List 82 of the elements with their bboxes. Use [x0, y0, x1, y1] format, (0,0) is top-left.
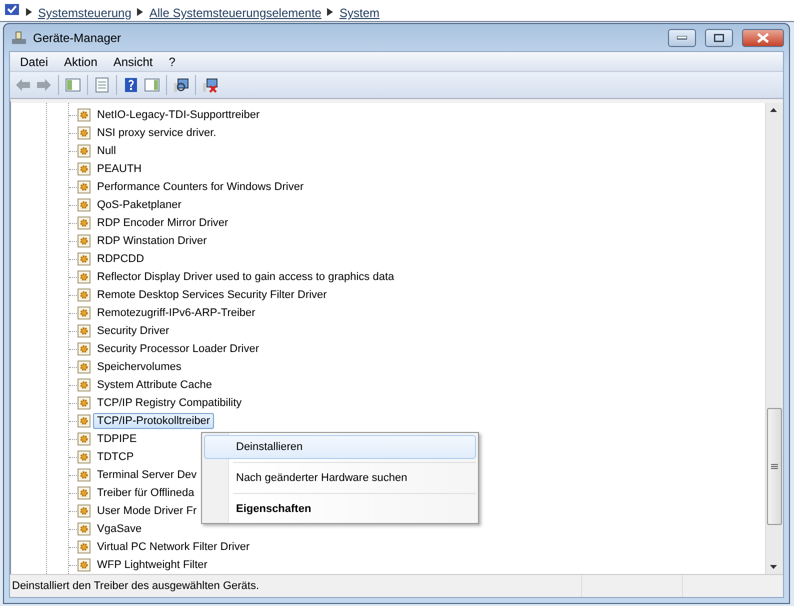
status-text: Deinstalliert den Treiber des ausgewählten Geräts.: [11, 579, 260, 594]
close-icon: [757, 32, 769, 42]
tree-item[interactable]: Remotezugriff-IPv6-ARP-Treiber: [93, 305, 260, 321]
tree-item[interactable]: RDPCDD: [93, 251, 148, 267]
tree-item[interactable]: WFP Lightweight Filter: [93, 557, 212, 573]
device-icon: [77, 306, 91, 320]
remove-device-icon[interactable]: [201, 76, 219, 94]
device-icon: [77, 288, 91, 302]
tree-item[interactable]: NetIO-Legacy-TDI-Supporttreiber: [93, 107, 264, 123]
close-button[interactable]: [742, 28, 784, 46]
tree-item[interactable]: Terminal Server Dev: [93, 467, 201, 483]
device-icon: [77, 360, 91, 374]
device-icon: [77, 396, 91, 410]
device-icon: [77, 180, 91, 194]
device-icon: [77, 216, 91, 230]
scrollbar[interactable]: [765, 103, 783, 574]
tree-item[interactable]: PEAUTH: [93, 161, 146, 177]
tree-item[interactable]: TCP/IP-Protokolltreiber: [93, 413, 214, 429]
breadcrumb-link[interactable]: System: [339, 6, 380, 20]
device-icon: [77, 378, 91, 392]
device-icon: [77, 144, 91, 158]
tree-item[interactable]: QoS-Paketplaner: [93, 197, 186, 213]
breadcrumb-link[interactable]: Systemsteuerung: [38, 6, 132, 20]
minimize-icon: [677, 36, 687, 40]
menu-item[interactable]: ?: [160, 54, 184, 68]
tree-item[interactable]: Null: [93, 143, 120, 159]
device-icon: [77, 432, 91, 446]
scan-monitor-icon[interactable]: [172, 76, 190, 94]
device-manager-icon: [11, 30, 27, 46]
scroll-thumb[interactable]: [767, 408, 782, 525]
tree-item[interactable]: Virtual PC Network Filter Driver: [93, 539, 254, 555]
device-icon: [77, 486, 91, 500]
device-icon: [77, 126, 91, 140]
help-icon[interactable]: [122, 76, 140, 94]
tree-item[interactable]: RDP Encoder Mirror Driver: [93, 215, 232, 231]
tree-item[interactable]: Security Driver: [93, 323, 174, 339]
minimize-button[interactable]: [668, 28, 696, 46]
grip-icon: [771, 464, 778, 470]
device-icon: [77, 540, 91, 554]
tree-item[interactable]: TDPIPE: [93, 431, 141, 447]
breadcrumb-arrow-icon: [26, 8, 32, 16]
device-icon: [77, 342, 91, 356]
breadcrumb-arrow-icon: [327, 8, 334, 16]
maximize-icon: [714, 34, 724, 42]
device-icon: [77, 414, 91, 428]
tree-item[interactable]: Performance Counters for Windows Driver: [93, 179, 308, 195]
context-menu-item[interactable]: Deinstallieren: [204, 435, 476, 459]
device-icon: [77, 270, 91, 284]
device-icon: [77, 162, 91, 176]
tree-item[interactable]: Treiber für Offlineda: [93, 485, 198, 501]
context-menu-item[interactable]: Eigenschaften: [204, 497, 476, 521]
tree-item[interactable]: Speichervolumes: [93, 359, 186, 375]
device-icon: [77, 450, 91, 464]
maximize-button[interactable]: [705, 28, 733, 46]
tree-item[interactable]: TCP/IP Registry Compatibility: [93, 395, 246, 411]
window-title: Geräte-Manager: [33, 30, 122, 44]
menu-item[interactable]: Aktion: [56, 54, 106, 68]
device-icon: [77, 522, 91, 536]
tree-item[interactable]: Remote Desktop Services Security Filter Driver: [93, 287, 331, 303]
device-icon: [77, 324, 91, 338]
tree-item[interactable]: RDP Winstation Driver: [93, 233, 211, 249]
tree-item[interactable]: VgaSave: [93, 521, 146, 537]
device-icon: [77, 468, 91, 482]
device-icon: [77, 108, 91, 122]
device-icon: [77, 252, 91, 266]
properties-icon[interactable]: [93, 76, 111, 94]
context-menu-item[interactable]: Nach geänderter Hardware suchen: [204, 466, 476, 490]
device-icon: [77, 198, 91, 212]
device-icon: [77, 234, 91, 248]
device-icon: [77, 504, 91, 518]
tree-item[interactable]: System Attribute Cache: [93, 377, 216, 393]
tree-item[interactable]: NSI proxy service driver.: [93, 125, 220, 141]
action-pane-icon[interactable]: [143, 76, 161, 94]
breadcrumb-link[interactable]: Alle Systemsteuerungselemente: [149, 6, 322, 20]
console-tree-icon[interactable]: [64, 76, 82, 94]
tree-item[interactable]: TDTCP: [93, 449, 138, 465]
tree-item[interactable]: Security Processor Loader Driver: [93, 341, 264, 357]
tree-item[interactable]: Reflector Display Driver used to gain access to graphics data: [93, 269, 398, 285]
menu-item[interactable]: Datei: [12, 54, 56, 68]
tree-item[interactable]: User Mode Driver Fr: [93, 503, 201, 519]
menu-item[interactable]: Ansicht: [105, 54, 161, 68]
breadcrumb-arrow-icon: [137, 8, 144, 16]
